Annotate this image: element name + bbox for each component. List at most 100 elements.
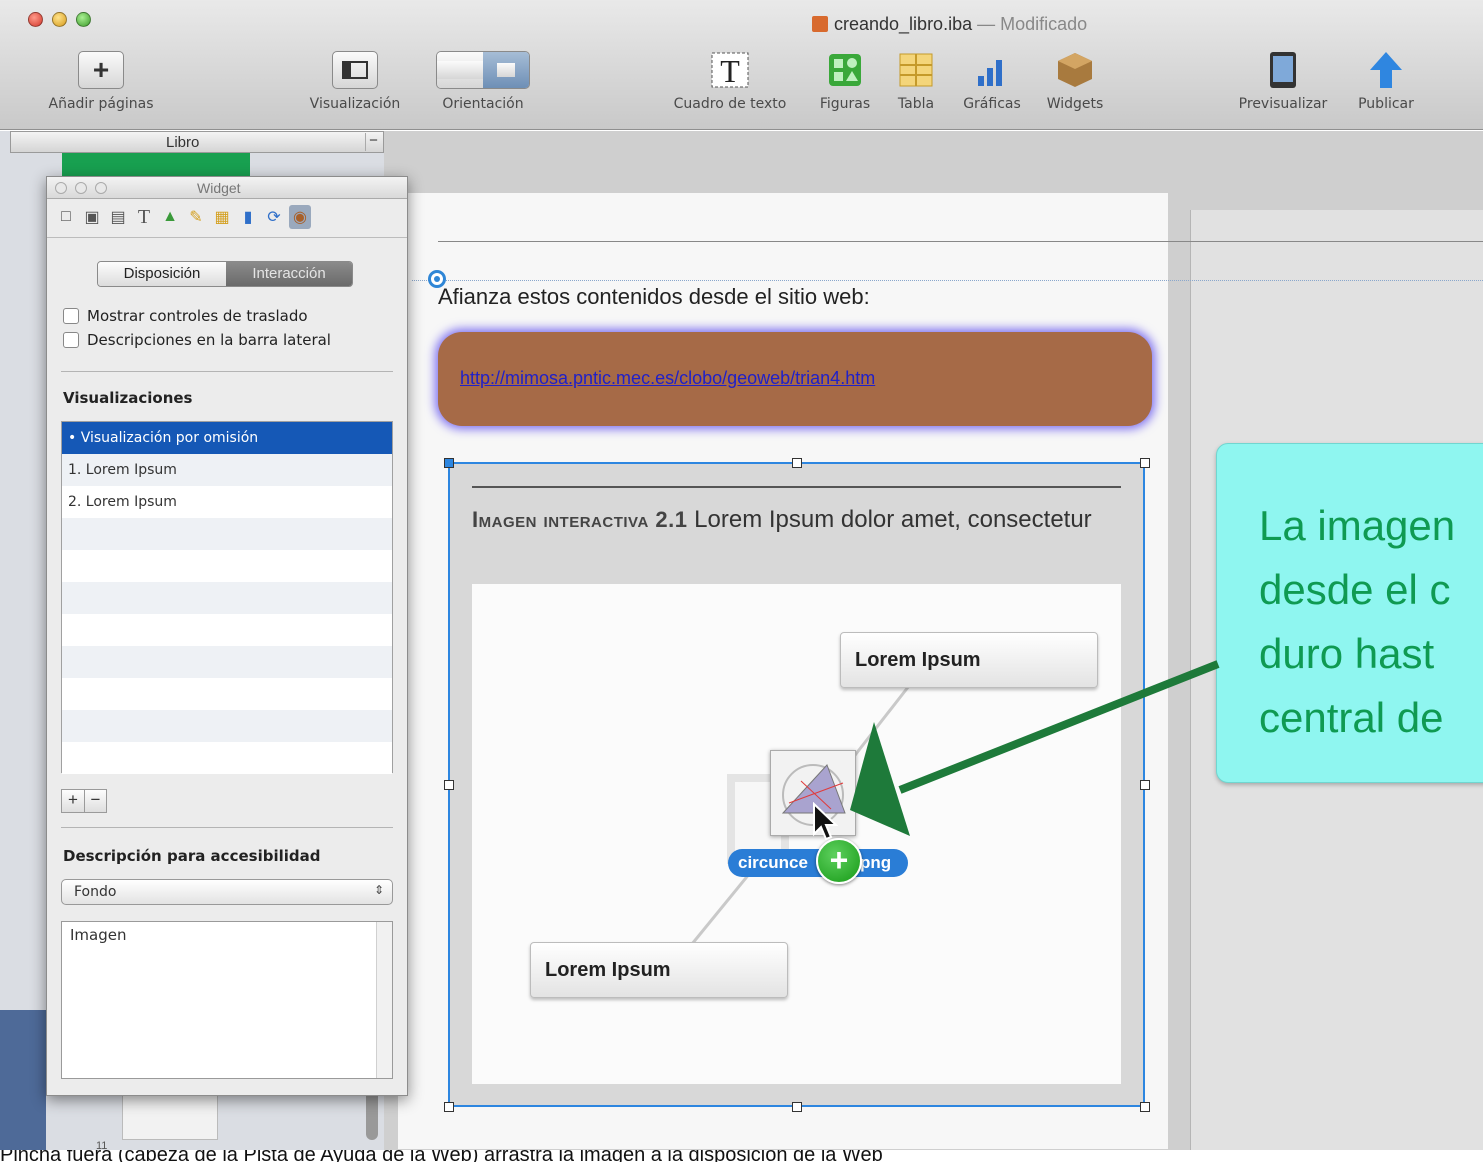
views-add-remove: + − [61,789,107,813]
text-scrollbar[interactable] [376,922,392,1078]
landscape-icon[interactable] [483,52,529,88]
resize-handle-e[interactable] [1140,780,1150,790]
widget-label: Imagen interactiva 2.1 [472,507,688,532]
table-button[interactable]: Tabla [888,48,944,112]
view-label: Visualización [309,96,401,112]
text-box-button[interactable]: T Cuadro de texto [660,48,800,112]
resize-handle-sw[interactable] [444,1102,454,1112]
inspector-toolbar: □ ▣ ▤ T ▲ ✎ ▦ ▮ ⟳ ◉ [55,205,311,229]
table-label: Tabla [897,96,935,112]
page-thumbnail-bottom[interactable] [122,1090,218,1140]
window-titlebar: creando_libro.iba — Modificado + Añadir … [0,0,1483,130]
text-baseline-guide [412,280,1483,281]
sidebar-title: Libro [166,134,200,151]
link-box: http://mimosa.pntic.mec.es/clobo/geoweb/… [438,332,1152,426]
charts-label: Gráficas [963,96,1021,112]
show-nav-controls-checkbox[interactable]: Mostrar controles de traslado [63,307,308,325]
resize-handle-nw[interactable] [444,458,454,468]
minimize-window-button[interactable] [52,12,67,27]
intro-text: Afianza estos contenidos desde el sitio … [438,284,870,309]
table-inspector-icon[interactable]: ▦ [211,205,233,229]
empty-row [62,742,392,774]
empty-row [62,518,392,550]
sidebar-descriptions-checkbox[interactable]: Descripciones en la barra lateral [63,331,331,349]
ipad-icon [1270,52,1296,88]
copy-plus-icon: + [816,838,862,884]
sidebar-collapse-button[interactable]: − [365,133,381,151]
publish-button[interactable]: Publicar [1350,48,1422,112]
text-inspector-icon[interactable]: T [133,205,155,229]
view-button[interactable]: Visualización [298,48,412,112]
widgets-label: Widgets [1046,96,1104,112]
widget-inspector-icon[interactable]: ◉ [289,205,311,229]
tab-disposicion[interactable]: Disposición [98,262,226,286]
add-pages-button[interactable]: + Añadir páginas [38,48,164,112]
checkbox-icon [63,332,79,348]
sidebar-scrollbar[interactable] [366,1090,378,1140]
image-drop-area[interactable]: Lorem Ipsum Lorem Ipsum circunce png + [472,584,1121,1084]
website-link[interactable]: http://mimosa.pntic.mec.es/clobo/geoweb/… [460,368,875,389]
document-inspector-icon[interactable]: □ [55,205,77,229]
callout-top[interactable]: Lorem Ipsum [840,632,1098,688]
callout-bottom[interactable]: Lorem Ipsum [530,942,788,998]
accessibility-description-field[interactable]: Imagen [61,921,393,1079]
accessibility-select[interactable]: Fondo ⇕ [61,879,393,905]
inspector-tabs: Disposición Interacción [97,261,353,287]
tab-interaccion[interactable]: Interacción [226,262,352,286]
view-icon [332,51,378,89]
widget-rule [472,486,1121,488]
document-icon [812,16,828,32]
charts-icon [978,60,1002,86]
orientation-control[interactable]: Orientación [428,48,538,112]
close-window-button[interactable] [28,12,43,27]
table-icon [899,53,933,87]
accessibility-heading: Descripción para accesibilidad [63,847,321,865]
orientation-label: Orientación [442,96,524,112]
interactive-image-widget[interactable]: Imagen interactiva 2.1 Lorem Ipsum dolor… [444,458,1150,1112]
svg-text:T: T [720,53,740,89]
resize-handle-w[interactable] [444,780,454,790]
link-inspector-icon[interactable]: ⟳ [263,205,285,229]
list-item[interactable]: 1. Lorem Ipsum [62,454,392,486]
resize-handle-se[interactable] [1140,1102,1150,1112]
checkbox-icon [63,308,79,324]
inspector-separator [47,237,407,238]
resize-handle-n[interactable] [792,458,802,468]
zoom-window-button[interactable] [76,12,91,27]
widgets-button[interactable]: Widgets [1038,48,1112,112]
inspector-zoom-button[interactable] [95,182,107,194]
widgets-icon [1058,53,1092,87]
mouse-pointer-icon [813,802,838,841]
empty-row [62,614,392,646]
charts-button[interactable]: Gráficas [954,48,1030,112]
window-title: creando_libro.iba — Modificado [812,14,1087,35]
resize-handle-s[interactable] [792,1102,802,1112]
graphic-inspector-icon[interactable]: ▲ [159,205,181,229]
wrap-inspector-icon[interactable]: ▤ [107,205,129,229]
empty-row [62,646,392,678]
accessibility-description-text: Imagen [70,926,127,944]
preview-label: Previsualizar [1238,96,1328,112]
title-separator: — [977,14,996,34]
shapes-button[interactable]: Figuras [812,48,878,112]
list-item[interactable]: 2. Lorem Ipsum [62,486,392,518]
text-box-icon: T [711,52,749,89]
views-list: • Visualización por omisión 1. Lorem Ips… [61,421,393,774]
footer-caption: Pincha fuera (cabeza de la Pista de Ayud… [0,1150,1483,1162]
shapes-label: Figuras [819,96,871,112]
chart-inspector-icon[interactable]: ▮ [237,205,259,229]
widget-caption[interactable]: Imagen interactiva 2.1 Lorem Ipsum dolor… [472,504,1132,535]
add-view-button[interactable]: + [62,790,84,812]
remove-view-button[interactable]: − [84,790,106,812]
portrait-icon[interactable] [437,52,483,88]
shapes-icon [829,54,861,86]
inspector-close-button[interactable] [55,182,67,194]
page-rule [438,241,1483,242]
layout-inspector-icon[interactable]: ▣ [81,205,103,229]
metrics-inspector-icon[interactable]: ✎ [185,205,207,229]
publish-label: Publicar [1358,96,1414,112]
inspector-minimize-button[interactable] [75,182,87,194]
list-item[interactable]: • Visualización por omisión [62,422,392,454]
preview-button[interactable]: Previsualizar [1228,48,1338,112]
resize-handle-ne[interactable] [1140,458,1150,468]
